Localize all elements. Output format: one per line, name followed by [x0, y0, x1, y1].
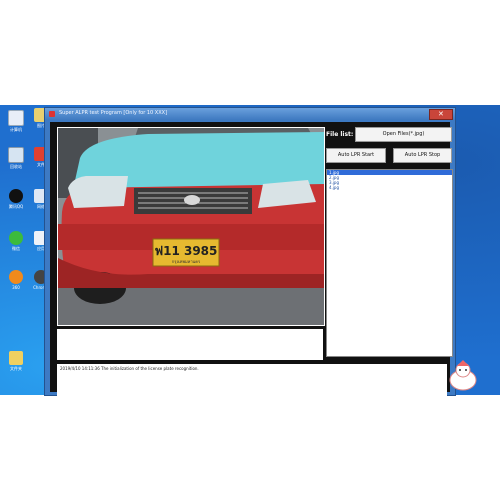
plate-number-text: ฟ11 3985 [155, 244, 218, 258]
qq-penguin-icon [9, 189, 23, 203]
recycle-bin-desktop-icon[interactable]: 回收站 [5, 147, 27, 177]
wechat-desktop-icon[interactable]: 微信 [5, 231, 27, 261]
file-list-label: File list: [326, 131, 354, 138]
folder-desktop-icon[interactable]: 文件夹 [5, 351, 27, 381]
open-files-button[interactable]: Open Files(*.jpg) [355, 127, 452, 142]
desktop-icon-label: 文件夹 [10, 366, 22, 371]
file-list-item[interactable]: 4.jpg [327, 185, 452, 190]
app-icon [49, 111, 55, 117]
vehicle-photo: ฟ11 3985 กรุงเทพมหานคร [57, 127, 325, 326]
close-button[interactable]: ✕ [429, 109, 453, 120]
computer-desktop-icon[interactable]: 计算机 [5, 110, 27, 140]
car-image: ฟ11 3985 กรุงเทพมหานคร [58, 128, 324, 325]
360-desktop-icon[interactable]: 360 [5, 270, 27, 300]
window-title: Super ALPR test Program [Only for 10 XXX… [59, 110, 168, 116]
qq-desktop-icon[interactable]: 腾讯QQ [5, 189, 27, 219]
folder-icon [9, 351, 23, 365]
file-list[interactable]: 1.jpg 2.jpg 3.jpg 4.jpg [326, 169, 453, 357]
window-titlebar[interactable]: Super ALPR test Program [Only for 10 XXX… [45, 108, 455, 120]
desktop-icon-label: 微信 [12, 246, 20, 251]
window-client-area: ฟ11 3985 กรุงเทพมหานคร File list: Open F… [50, 122, 453, 397]
360-icon [9, 270, 23, 284]
wechat-icon [9, 231, 23, 245]
desktop-icon-label: 计算机 [10, 127, 22, 132]
desktop-icon-label: 腾讯QQ [8, 204, 24, 209]
log-panel: 2019/4/10 14:11:36 The initialization of… [57, 364, 447, 397]
auto-lpr-start-button[interactable]: Auto LPR Start [326, 148, 386, 163]
desktop-icon-label: 回收站 [10, 164, 22, 169]
log-line: 2019/4/10 14:11:36 The initialization of… [60, 366, 199, 371]
desktop-icon-label: 360 [12, 285, 20, 290]
recognition-result-panel [57, 329, 323, 360]
auto-lpr-stop-button[interactable]: Auto LPR Stop [393, 148, 452, 163]
close-icon: ✕ [438, 110, 444, 118]
mascot-sticker-icon [449, 360, 477, 391]
computer-icon [8, 110, 24, 126]
recycle-bin-icon [8, 147, 24, 163]
alpr-window: Super ALPR test Program [Only for 10 XXX… [44, 107, 456, 397]
